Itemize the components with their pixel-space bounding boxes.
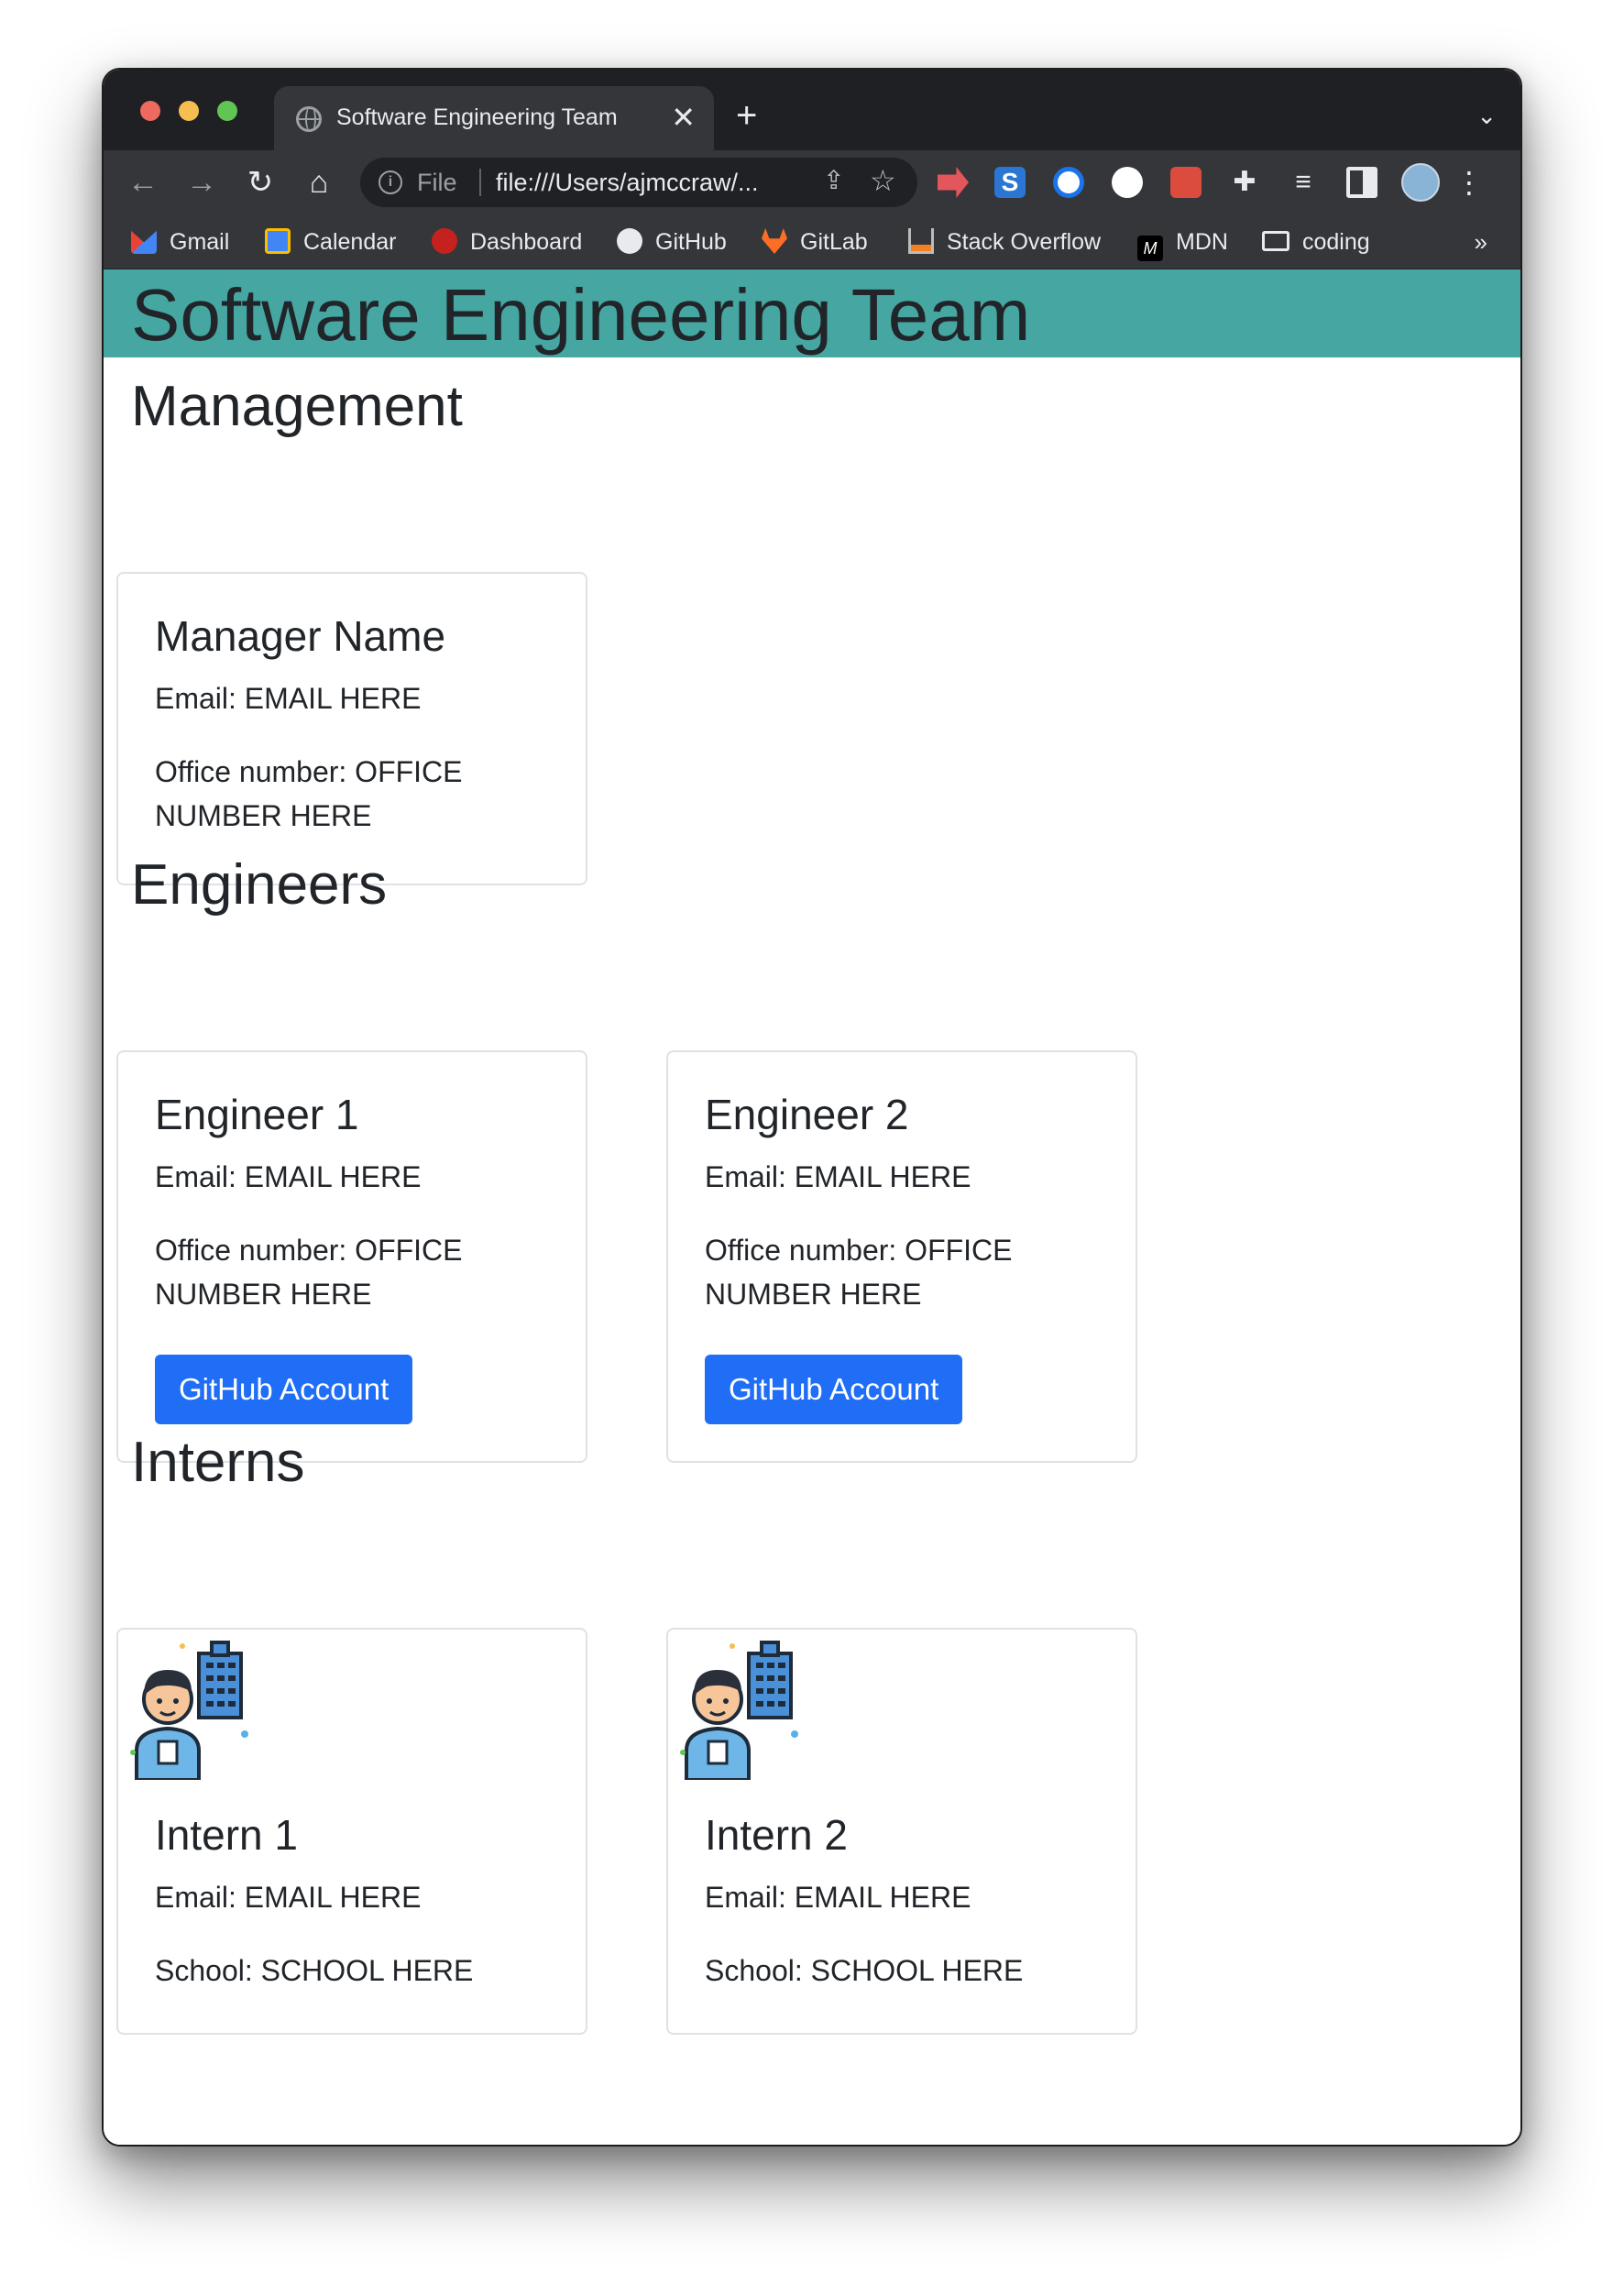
- close-window-button[interactable]: [140, 101, 160, 121]
- home-button[interactable]: ⌂: [298, 161, 340, 203]
- back-button[interactable]: ←: [122, 161, 164, 203]
- intern-card: Intern 2 Email: EMAIL HERE School: SCHOO…: [666, 1628, 1137, 2035]
- share-icon[interactable]: ⇪: [823, 165, 844, 195]
- card-title: Engineer 2: [705, 1091, 909, 1138]
- close-tab-icon[interactable]: ✕: [671, 99, 696, 136]
- manager-card: Manager Name Email: EMAIL HERE Office nu…: [116, 572, 587, 885]
- address-divider: [479, 169, 481, 196]
- section-title-management: Management: [131, 375, 463, 438]
- bookmark-mdn[interactable]: M MDN: [1137, 225, 1228, 261]
- calendar-icon: [265, 228, 291, 254]
- address-url[interactable]: file:///Users/ajmccraw/...: [496, 169, 807, 197]
- bookmark-star-icon[interactable]: ☆: [870, 163, 896, 198]
- extension-lock-icon[interactable]: [1053, 167, 1084, 198]
- bookmark-label: Calendar: [303, 229, 397, 255]
- extension-s-icon[interactable]: S: [994, 167, 1026, 198]
- card-email: Email: EMAIL HERE: [155, 1160, 422, 1193]
- card-office: Office number: OFFICE NUMBER HERE: [155, 755, 463, 832]
- github-account-button[interactable]: GitHub Account: [705, 1355, 963, 1424]
- globe-icon: [296, 106, 322, 132]
- zoom-window-button[interactable]: [217, 101, 237, 121]
- section-title-interns: Interns: [131, 1431, 305, 1494]
- card-title: Manager Name: [155, 612, 446, 660]
- gitlab-icon: [762, 228, 787, 254]
- info-icon[interactable]: i: [379, 170, 402, 194]
- intern-card: Intern 1 Email: EMAIL HERE School: SCHOO…: [116, 1628, 587, 2035]
- card-office: Office number: OFFICE NUMBER HERE: [705, 1234, 1013, 1311]
- tab-active[interactable]: Software Engineering Team ✕: [274, 86, 714, 150]
- bookmark-label: GitLab: [800, 229, 868, 255]
- side-panel-icon[interactable]: [1346, 167, 1377, 198]
- reload-button[interactable]: ↻: [239, 161, 281, 203]
- card-office: Office number: OFFICE NUMBER HERE: [155, 1234, 463, 1311]
- github-icon: [617, 228, 642, 254]
- bookmark-label: Stack Overflow: [947, 229, 1102, 255]
- card-title: Engineer 1: [155, 1091, 359, 1138]
- bookmark-folder-coding[interactable]: coding: [1262, 225, 1370, 258]
- engineer-card: Engineer 2 Email: EMAIL HERE Office numb…: [666, 1050, 1137, 1463]
- menu-kebab-icon[interactable]: ⋮: [1454, 161, 1484, 203]
- new-tab-button[interactable]: +: [736, 97, 757, 134]
- browser-window: Software Engineering Team ✕ + ⌄ ← → ↻ ⌂ …: [102, 68, 1522, 2147]
- bookmark-gitlab[interactable]: GitLab: [762, 225, 868, 258]
- card-email: Email: EMAIL HERE: [705, 1160, 971, 1193]
- folder-icon: [1262, 231, 1289, 251]
- address-bar[interactable]: i File file:///Users/ajmccraw/... ⇪ ☆: [360, 158, 917, 207]
- bookmark-github[interactable]: GitHub: [617, 225, 727, 258]
- profile-avatar[interactable]: [1401, 163, 1440, 202]
- card-title: Intern 1: [155, 1811, 298, 1859]
- extensions-puzzle-icon[interactable]: ✚: [1229, 167, 1260, 198]
- section-title-engineers: Engineers: [131, 853, 388, 917]
- minimize-window-button[interactable]: [179, 101, 199, 121]
- address-scheme-label: File: [417, 169, 457, 196]
- card-email: Email: EMAIL HERE: [705, 1881, 971, 1914]
- bookmark-gmail[interactable]: Gmail: [131, 225, 229, 258]
- tab-title: Software Engineering Team: [336, 104, 618, 130]
- gmail-icon: [131, 230, 157, 254]
- page-title: Software Engineering Team: [131, 274, 1031, 356]
- bookmark-calendar[interactable]: Calendar: [265, 225, 396, 258]
- page-content: Software Engineering Team Management Man…: [104, 269, 1520, 2145]
- extension-circle-icon[interactable]: [1112, 167, 1143, 198]
- reading-list-icon[interactable]: ≡: [1288, 167, 1319, 198]
- jumbotron: Software Engineering Team: [104, 269, 1520, 357]
- bookmark-label: Dashboard: [470, 229, 583, 255]
- tab-search-chevron-icon[interactable]: ⌄: [1476, 97, 1497, 134]
- engineer-card: Engineer 1 Email: EMAIL HERE Office numb…: [116, 1050, 587, 1463]
- bookmark-label: MDN: [1176, 229, 1228, 255]
- card-email: Email: EMAIL HERE: [155, 682, 422, 715]
- card-email: Email: EMAIL HERE: [155, 1881, 422, 1914]
- card-school: School: SCHOOL HERE: [155, 1954, 474, 1987]
- browser-toolbar: ← → ↻ ⌂ i File file:///Users/ajmccraw/..…: [104, 150, 1520, 214]
- card-school: School: SCHOOL HERE: [705, 1954, 1024, 1987]
- dashboard-icon: [432, 228, 457, 254]
- card-title: Intern 2: [705, 1811, 848, 1859]
- github-account-button[interactable]: GitHub Account: [155, 1355, 413, 1424]
- bookmark-label: coding: [1302, 229, 1370, 255]
- bookmark-stack-overflow[interactable]: Stack Overflow: [908, 225, 1101, 258]
- forward-button[interactable]: →: [181, 161, 223, 203]
- bookmarks-overflow-button[interactable]: »: [1475, 225, 1487, 258]
- intern-avatar-icon: [680, 1641, 798, 1780]
- bookmark-label: GitHub: [655, 229, 727, 255]
- extension-todoist-icon[interactable]: [1170, 167, 1202, 198]
- bookmark-label: Gmail: [170, 229, 230, 255]
- mdn-icon: M: [1137, 236, 1163, 261]
- bookmark-dashboard[interactable]: Dashboard: [432, 225, 582, 258]
- intern-avatar-icon: [130, 1641, 248, 1780]
- tab-strip: Software Engineering Team ✕ + ⌄: [104, 70, 1520, 150]
- bookmarks-bar: Gmail Calendar Dashboard GitHub GitLab S…: [104, 214, 1520, 269]
- stack-overflow-icon: [908, 228, 934, 254]
- extension-arrow-icon[interactable]: [938, 167, 969, 198]
